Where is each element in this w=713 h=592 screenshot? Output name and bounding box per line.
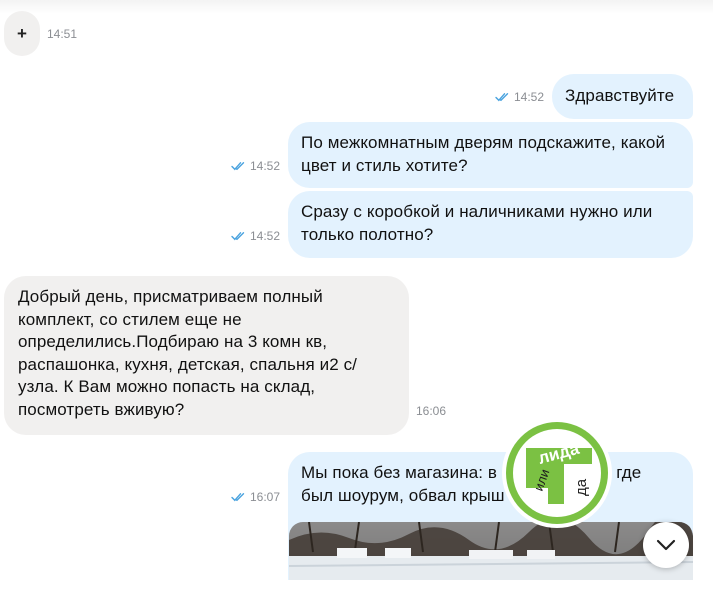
double-check-icon	[495, 93, 509, 102]
scroll-down-button[interactable]	[643, 522, 689, 568]
message-line: По межкомнатным дверям подскажите, какой	[301, 133, 666, 152]
message-line: цвет и стиль хотите?	[301, 155, 468, 175]
message-meta: 16:06	[416, 404, 446, 418]
message-line: комплект, со стилем еще не	[18, 309, 242, 329]
message-meta: 16:07	[231, 490, 280, 504]
photo-attachment[interactable]	[289, 522, 693, 592]
message-time: 14:52	[250, 229, 281, 243]
message-meta: 14:52	[231, 159, 280, 173]
double-check-icon	[231, 162, 245, 171]
message-text: Здравствуйте	[565, 86, 675, 105]
message-line: узла. К Вам можно попасть на склад,	[18, 377, 316, 396]
message-time: 16:07	[250, 490, 281, 504]
double-check-icon	[231, 232, 245, 241]
message-bubble-incoming[interactable]: Добрый день, присматриваем полный компле…	[4, 276, 409, 435]
message-bubble-outgoing[interactable]: Здравствуйте	[552, 74, 693, 119]
message-time: 16:06	[416, 404, 447, 418]
chevron-down-icon	[656, 539, 676, 551]
logo-icon: лида или да	[502, 418, 612, 528]
message-bubble-outgoing[interactable]: Сразу с коробкой и наличниками нужно или…	[288, 191, 693, 258]
message-line: только полотно?	[301, 224, 434, 244]
message-meta: 14:52	[495, 90, 544, 104]
top-fade	[0, 0, 713, 14]
message-line: Сразу с коробкой и наличниками нужно или	[301, 202, 653, 221]
message-line: распашонка, кухня, детская, спальня и2 с…	[18, 354, 358, 374]
add-button[interactable]: +	[4, 11, 40, 56]
message-time: 14:52	[514, 90, 545, 104]
watermark-logo: лида или да	[500, 416, 614, 530]
plus-icon: +	[17, 23, 27, 43]
logo-text-line3: да	[573, 478, 590, 496]
message-meta: 14:52	[231, 229, 280, 243]
double-check-icon	[231, 493, 245, 502]
message-line: Мы пока без магазина: в», где	[301, 463, 642, 482]
message-line: посмотреть вживую?	[18, 399, 185, 419]
message-line: был шоурум, обвал крыш.	[301, 485, 597, 505]
message-time: 14:52	[250, 159, 281, 173]
message-line: Добрый день, присматриваем полный	[18, 287, 323, 306]
message-bubble-outgoing[interactable]: По межкомнатным дверям подскажите, какой…	[288, 122, 693, 188]
snow-landscape-image	[289, 522, 693, 580]
message-line: определились.Подбираю на 3 комн кв,	[18, 332, 328, 351]
message-time: 14:51	[47, 27, 78, 41]
